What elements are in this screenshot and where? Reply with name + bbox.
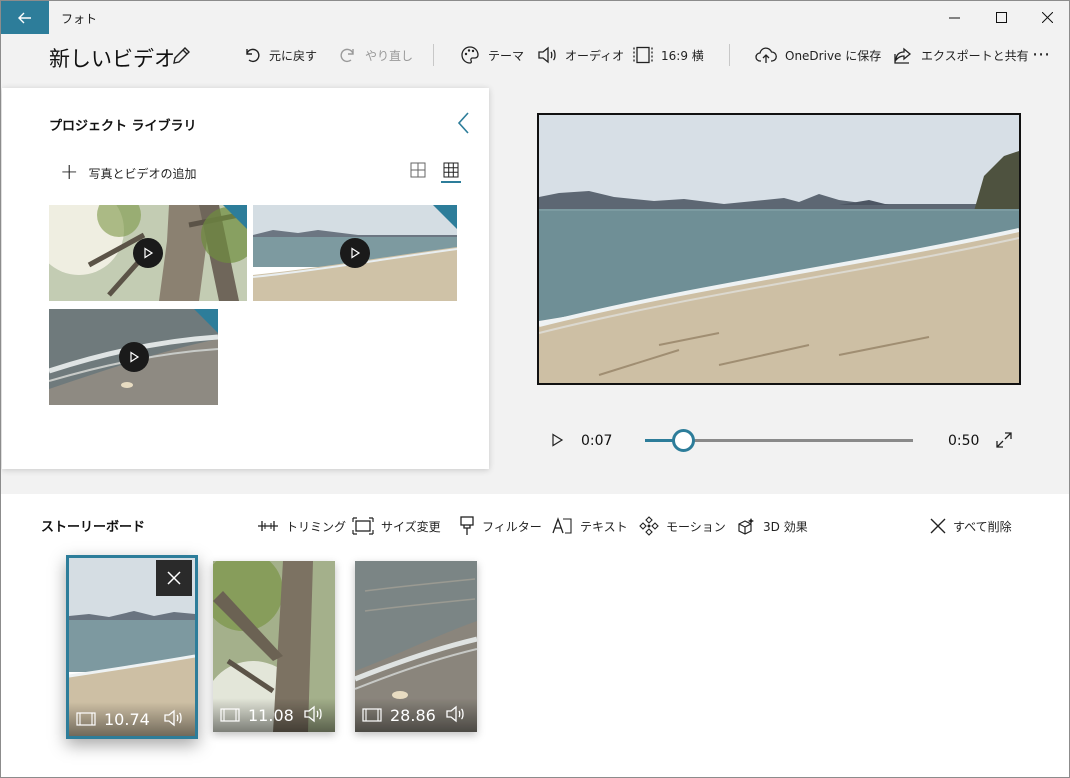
close-icon <box>930 518 946 534</box>
large-grid-view-icon[interactable] <box>409 161 427 179</box>
add-photos-videos-button[interactable]: + 写真とビデオの追加 <box>60 162 196 184</box>
filter-button[interactable]: フィルター <box>459 515 542 537</box>
cloud-upload-icon <box>755 47 777 63</box>
play-icon <box>340 238 370 268</box>
video-corner-badge <box>433 205 457 229</box>
pencil-icon[interactable] <box>170 45 192 67</box>
undo-icon <box>246 48 260 63</box>
theme-button[interactable]: テーマ <box>460 44 524 66</box>
library-title: プロジェクト ライブラリ <box>49 119 197 134</box>
small-grid-view-icon[interactable] <box>442 161 460 179</box>
storyboard-panel: ストーリーボード トリミング サイズ変更 フィルター テキスト モーション 3D… <box>1 494 1069 777</box>
share-icon <box>894 47 912 64</box>
maximize-button[interactable] <box>978 1 1024 34</box>
speaker-icon <box>538 46 556 64</box>
back-button[interactable] <box>1 1 49 34</box>
close-button[interactable] <box>1024 1 1070 34</box>
maximize-icon <box>995 12 1007 23</box>
resize-icon <box>352 517 374 535</box>
3d-effects-button[interactable]: 3D 効果 <box>736 515 808 537</box>
video-title[interactable]: 新しいビデオ <box>49 43 175 73</box>
trim-button[interactable]: トリミング <box>257 515 346 537</box>
aspect-ratio-icon <box>633 46 653 64</box>
resize-button[interactable]: サイズ変更 <box>352 515 441 537</box>
minimize-button[interactable] <box>931 1 977 34</box>
video-corner-badge <box>223 205 247 229</box>
close-icon <box>1041 12 1053 23</box>
3d-cube-icon <box>738 518 754 535</box>
app-title: フォト <box>61 12 98 26</box>
clip-duration: 11.08 <box>248 705 294 725</box>
minimize-icon <box>948 17 960 19</box>
chevron-left-icon[interactable] <box>456 112 472 134</box>
seek-handle[interactable] <box>671 429 695 452</box>
film-icon <box>76 712 96 726</box>
film-icon <box>362 708 382 722</box>
storyboard-clip[interactable]: 10.74 <box>66 555 198 739</box>
plus-icon: + <box>60 160 79 185</box>
clip-duration: 28.86 <box>390 705 436 725</box>
storyboard-title: ストーリーボード <box>41 520 146 535</box>
undo-button[interactable]: 元に戻す <box>243 44 317 66</box>
toolbar: 新しいビデオ 元に戻す やり直し テーマ オーディオ 16:9 横 OneDri… <box>0 33 1070 83</box>
motion-button[interactable]: モーション <box>639 515 726 537</box>
project-library-panel: プロジェクト ライブラリ + 写真とビデオの追加 <box>2 88 489 469</box>
remove-clip-button[interactable] <box>156 560 192 596</box>
library-item[interactable] <box>49 309 218 405</box>
redo-button[interactable]: やり直し <box>339 44 413 66</box>
brush-icon <box>460 516 474 535</box>
video-preview[interactable] <box>537 113 1021 385</box>
speaker-icon <box>304 705 322 723</box>
aspect-ratio-button[interactable]: 16:9 横 <box>633 44 704 66</box>
onedrive-save-button[interactable]: OneDrive に保存 <box>755 44 881 66</box>
arrow-left-icon <box>18 12 31 23</box>
trim-icon <box>258 521 278 531</box>
speaker-icon <box>164 709 182 727</box>
text-icon <box>552 517 572 534</box>
redo-icon <box>340 48 354 63</box>
fullscreen-icon[interactable] <box>996 432 1012 448</box>
toolbar-divider <box>433 44 434 66</box>
title-bar: フォト <box>0 0 1070 34</box>
toolbar-divider <box>729 44 730 66</box>
beach-preview-image <box>539 115 1019 383</box>
text-button[interactable]: テキスト <box>551 515 628 537</box>
storyboard-clip[interactable]: 11.08 <box>213 561 335 732</box>
library-item[interactable] <box>253 205 457 301</box>
clip-duration: 10.74 <box>104 709 150 729</box>
film-icon <box>220 708 240 722</box>
audio-button[interactable]: オーディオ <box>537 44 624 66</box>
current-time: 0:07 <box>581 433 613 449</box>
library-item[interactable] <box>49 205 247 301</box>
video-corner-badge <box>194 309 218 333</box>
total-time: 0:50 <box>948 433 980 449</box>
play-icon <box>119 342 149 372</box>
storyboard-clip[interactable]: 28.86 <box>355 561 477 732</box>
play-icon[interactable] <box>550 433 564 447</box>
export-share-button[interactable]: エクスポートと共有 <box>893 44 1029 66</box>
palette-icon <box>461 46 479 64</box>
speaker-icon <box>446 705 464 723</box>
clip-info-bar: 28.86 <box>355 698 477 732</box>
motion-icon <box>639 516 659 536</box>
close-icon <box>167 571 181 585</box>
play-icon <box>133 238 163 268</box>
clip-info-bar: 11.08 <box>213 698 335 732</box>
view-selected-indicator <box>441 181 461 183</box>
more-options-button[interactable]: ⋯ <box>1032 44 1051 65</box>
clip-info-bar: 10.74 <box>69 702 195 736</box>
delete-all-button[interactable]: すべて削除 <box>930 515 1012 537</box>
